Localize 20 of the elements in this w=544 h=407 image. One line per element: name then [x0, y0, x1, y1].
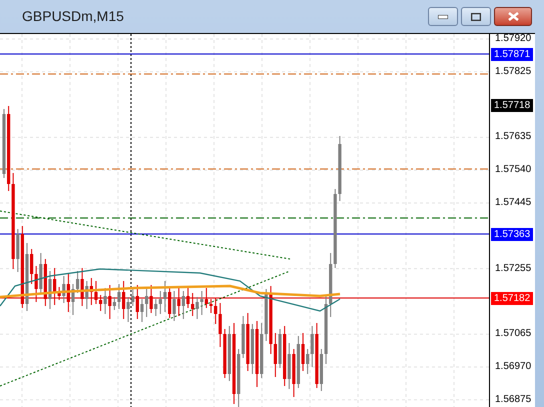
price-tick-label: 1.56875 [495, 394, 532, 406]
price-tick-label: 1.57065 [495, 328, 532, 340]
price-marker-label: 1.57718 [491, 99, 534, 112]
price-marker-label: 1.57363 [491, 228, 534, 241]
close-button[interactable] [494, 7, 532, 26]
price-tick-label: 1.57445 [495, 197, 532, 209]
restore-button[interactable] [461, 7, 491, 26]
price-marker-label: 1.57182 [491, 292, 534, 305]
price-tick-label: 1.57825 [495, 66, 532, 78]
minimize-button[interactable] [428, 7, 458, 26]
close-icon [508, 12, 518, 21]
restore-icon [471, 12, 481, 20]
price-tick-label: 1.57540 [495, 164, 532, 176]
price-tick-label: 1.57635 [495, 131, 532, 144]
price-tick-label: 1.56970 [495, 361, 532, 373]
price-marker-label: 1.57871 [491, 48, 534, 61]
window-title: GBPUSDm,M15 [22, 7, 124, 26]
price-tick-label: 1.57920 [495, 33, 532, 45]
price-tick-label: 1.57255 [495, 262, 532, 275]
minimize-icon [438, 14, 448, 18]
